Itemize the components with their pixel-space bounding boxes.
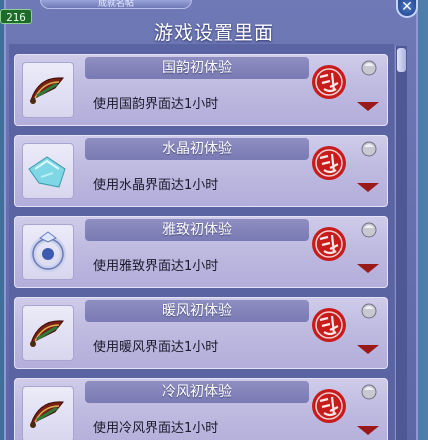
page-title: 游戏设置里面 [153,22,274,44]
silver-ring-icon [30,231,66,272]
achievement-list: 国韵初体验 使用国韵界面达1小时 水晶初体验 使用水晶界面达1小时 雅致初体验 … [9,44,394,440]
completed-seal-icon [312,65,346,99]
achievement-icon-slot [22,143,74,199]
achievement-title: 雅致初体验 [162,222,232,238]
achievement-card[interactable]: 水晶初体验 使用水晶界面达1小时 [14,135,388,207]
achievement-card[interactable]: 冷风初体验 使用冷风界面达1小时 [14,378,388,440]
silver-orb-icon [361,303,377,319]
silver-orb-icon [361,222,377,238]
achievement-card[interactable]: 暖风初体验 使用暖风界面达1小时 [14,297,388,369]
close-icon: ✕ [401,0,413,15]
achievement-desc: 使用雅致界面达1小时 [93,259,219,274]
achievement-icon-slot [22,62,74,118]
achievement-icon-slot [22,224,74,280]
crystal-shard-icon [28,156,66,188]
achievement-desc: 使用国韵界面达1小时 [93,97,219,112]
achievement-desc: 使用冷风界面达1小时 [93,421,219,436]
silver-orb-icon [361,384,377,400]
completed-seal-icon [312,227,346,261]
expand-arrow-icon[interactable] [357,345,379,354]
expand-arrow-icon[interactable] [357,183,379,192]
completed-seal-icon [312,146,346,180]
fan-icon [30,401,64,428]
achievement-title: 国韵初体验 [162,60,232,76]
achievement-desc: 使用水晶界面达1小时 [93,178,219,193]
achievement-title: 冷风初体验 [162,384,232,400]
scroll-thumb[interactable] [397,48,406,72]
expand-arrow-icon[interactable] [357,102,379,111]
expand-arrow-icon[interactable] [357,264,379,273]
silver-orb-icon [361,60,377,76]
silver-orb-icon [361,141,377,157]
scrollbar[interactable] [395,46,407,440]
achievement-icon-slot [22,305,74,361]
achievement-card[interactable]: 雅致初体验 使用雅致界面达1小时 [14,216,388,288]
fan-icon [30,77,64,104]
achievement-title: 水晶初体验 [162,141,232,157]
completed-seal-icon [312,308,346,342]
completed-seal-icon [312,389,346,423]
achievement-icon-slot [22,386,74,440]
achievement-card[interactable]: 国韵初体验 使用国韵界面达1小时 [14,54,388,126]
fan-icon [30,320,64,347]
window-tab: 成就名帖 [40,0,192,9]
achievement-title: 暖风初体验 [162,303,232,319]
expand-arrow-icon[interactable] [357,426,379,435]
achievement-desc: 使用暖风界面达1小时 [93,340,219,355]
